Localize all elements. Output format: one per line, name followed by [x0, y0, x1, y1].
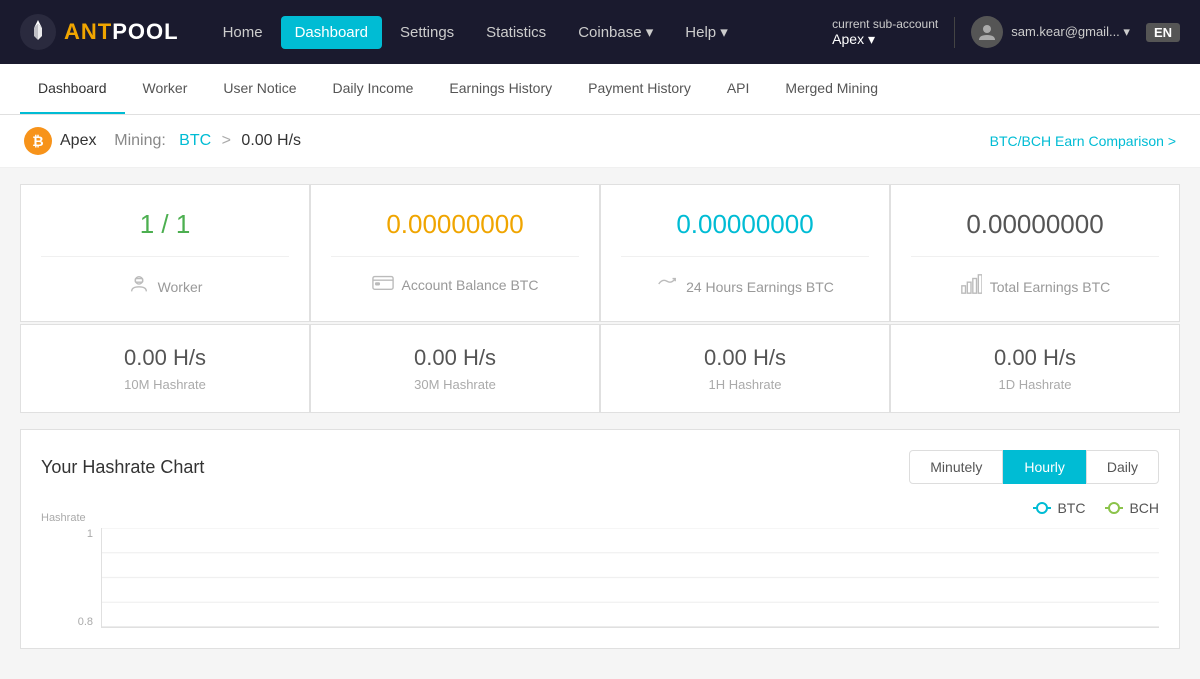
hashrate-1h: 0.00 H/s 1H Hashrate	[601, 325, 889, 412]
chart-svg	[102, 528, 1159, 627]
mining-label: Mining:	[114, 132, 166, 149]
y-axis: 1 0.8	[41, 528, 101, 628]
hashrate-30m: 0.00 H/s 30M Hashrate	[311, 325, 599, 412]
nav-help[interactable]: Help ▾	[671, 15, 742, 49]
bch-legend-dot	[1105, 507, 1123, 509]
breadcrumb-separator: >	[222, 132, 236, 149]
total-earnings-card: 0.00000000 Total Earnings BTC	[891, 185, 1179, 321]
y-label-08: 0.8	[78, 616, 93, 628]
hashrate-10m-label: 10M Hashrate	[41, 377, 289, 392]
stats-row: 1 / 1 Worker 0.00000000	[20, 184, 1180, 322]
subnav-earnings-history[interactable]: Earnings History	[431, 64, 570, 114]
subnav-payment-history[interactable]: Payment History	[570, 64, 709, 114]
subnav-user-notice[interactable]: User Notice	[205, 64, 314, 114]
balance-icon	[372, 273, 394, 297]
hashrate-display: 0.00 H/s	[241, 132, 301, 149]
breadcrumb-left: ₿ Apex Mining: BTC > 0.00 H/s	[24, 127, 301, 155]
subnav-daily-income[interactable]: Daily Income	[315, 64, 432, 114]
bch-legend-label: BCH	[1129, 500, 1159, 516]
subnav-dashboard[interactable]: Dashboard	[20, 64, 125, 114]
total-earnings-value: 0.00000000	[966, 209, 1103, 240]
daily-button[interactable]: Daily	[1086, 450, 1159, 484]
worker-icon	[128, 273, 150, 301]
y-label-1: 1	[87, 528, 93, 540]
worker-value: 1 / 1	[140, 209, 191, 240]
logo[interactable]: ANTPOOL	[20, 14, 179, 50]
nav-right: current sub-account Apex ▾ sam.kear@gmai…	[832, 16, 1180, 48]
hashrate-1d: 0.00 H/s 1D Hashrate	[891, 325, 1179, 412]
subnav-worker[interactable]: Worker	[125, 64, 206, 114]
subnav-api[interactable]: API	[709, 64, 768, 114]
btc-link[interactable]: BTC	[179, 132, 211, 149]
lang-badge[interactable]: EN	[1146, 23, 1180, 42]
nav-coinbase[interactable]: Coinbase ▾	[564, 15, 667, 49]
divider	[911, 256, 1159, 257]
earnings24h-card: 0.00000000 24 Hours Earnings BTC	[601, 185, 889, 321]
earnings24h-value: 0.00000000	[676, 209, 813, 240]
balance-label: Account Balance BTC	[372, 273, 539, 297]
balance-value: 0.00000000	[386, 209, 523, 240]
legend-btc: BTC	[1033, 500, 1085, 516]
logo-icon	[20, 14, 56, 50]
btc-legend-label: BTC	[1057, 500, 1085, 516]
logo-text: ANTPOOL	[64, 19, 179, 45]
chart-plot	[101, 528, 1159, 628]
earnings-icon	[656, 273, 678, 301]
nav-home[interactable]: Home	[209, 16, 277, 49]
sub-account-label: current sub-account	[832, 17, 938, 31]
hashrate-1d-label: 1D Hashrate	[911, 377, 1159, 392]
user-email[interactable]: sam.kear@gmail... ▾	[1011, 24, 1130, 40]
top-navigation: ANTPOOL Home Dashboard Settings Statisti…	[0, 0, 1200, 64]
sub-account: current sub-account Apex ▾	[832, 17, 955, 48]
nav-links: Home Dashboard Settings Statistics Coinb…	[209, 15, 833, 49]
divider	[41, 256, 289, 257]
account-name[interactable]: Apex ▾	[832, 31, 938, 48]
total-earnings-label: Total Earnings BTC	[960, 273, 1111, 301]
breadcrumb: Apex Mining: BTC > 0.00 H/s	[60, 132, 301, 150]
nav-settings[interactable]: Settings	[386, 16, 468, 49]
chart-title: Your Hashrate Chart	[41, 457, 204, 478]
hashrate-row: 0.00 H/s 10M Hashrate 0.00 H/s 30M Hashr…	[20, 324, 1180, 413]
btc-bch-comparison-link[interactable]: BTC/BCH Earn Comparison >	[990, 133, 1176, 149]
main-content: 1 / 1 Worker 0.00000000	[0, 168, 1200, 665]
hashrate-1h-label: 1H Hashrate	[621, 377, 869, 392]
nav-dashboard[interactable]: Dashboard	[281, 16, 382, 49]
hashrate-10m: 0.00 H/s 10M Hashrate	[21, 325, 309, 412]
chart-legend: BTC BCH	[41, 500, 1159, 516]
hashrate-10m-value: 0.00 H/s	[41, 345, 289, 371]
hashrate-30m-label: 30M Hashrate	[331, 377, 579, 392]
nav-statistics[interactable]: Statistics	[472, 16, 560, 49]
worker-card: 1 / 1 Worker	[21, 185, 309, 321]
total-icon	[960, 273, 982, 301]
chart-controls: Minutely Hourly Daily	[909, 450, 1159, 484]
earnings24h-label: 24 Hours Earnings BTC	[656, 273, 834, 301]
y-axis-title: Hashrate	[41, 512, 86, 524]
balance-card: 0.00000000 Account Balance BTC	[311, 185, 599, 321]
legend-bch: BCH	[1105, 500, 1159, 516]
divider	[331, 256, 579, 257]
divider	[621, 256, 869, 257]
hashrate-1d-value: 0.00 H/s	[911, 345, 1159, 371]
breadcrumb-bar: ₿ Apex Mining: BTC > 0.00 H/s BTC/BCH Ea…	[0, 115, 1200, 168]
worker-label: Worker	[128, 273, 203, 301]
chart-section: Your Hashrate Chart Minutely Hourly Dail…	[20, 429, 1180, 649]
hourly-button[interactable]: Hourly	[1003, 450, 1085, 484]
chart-header: Your Hashrate Chart Minutely Hourly Dail…	[41, 450, 1159, 484]
hashrate-30m-value: 0.00 H/s	[331, 345, 579, 371]
user-info[interactable]: sam.kear@gmail... ▾	[971, 16, 1130, 48]
minutely-button[interactable]: Minutely	[909, 450, 1003, 484]
sub-navigation: Dashboard Worker User Notice Daily Incom…	[0, 64, 1200, 115]
btc-coin-icon: ₿	[24, 127, 52, 155]
btc-legend-dot	[1033, 507, 1051, 509]
chart-area: Hashrate 1 0.8	[41, 528, 1159, 628]
subnav-merged-mining[interactable]: Merged Mining	[767, 64, 896, 114]
avatar	[971, 16, 1003, 48]
hashrate-1h-value: 0.00 H/s	[621, 345, 869, 371]
account-name-breadcrumb: Apex	[60, 132, 96, 149]
